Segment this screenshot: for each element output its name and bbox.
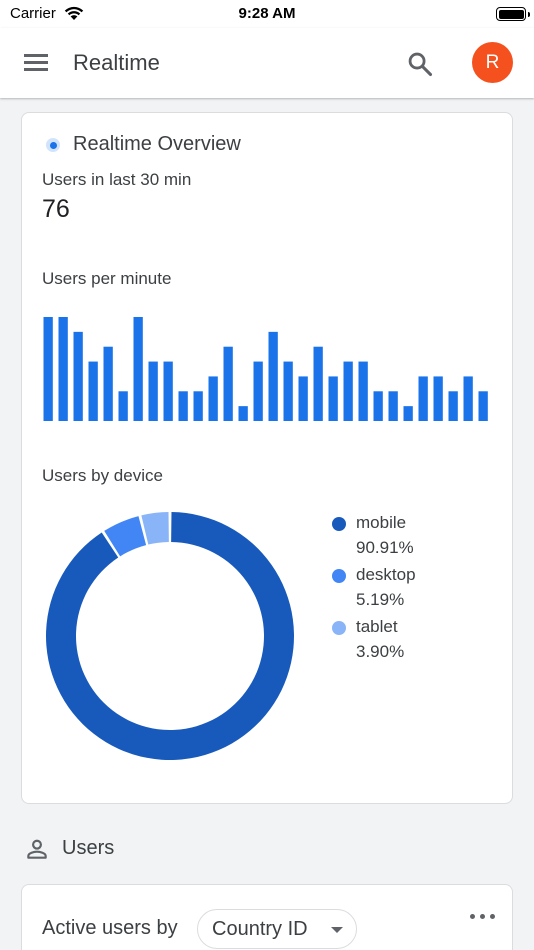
bar — [133, 317, 143, 421]
bar — [223, 346, 233, 421]
status-bar: Carrier 9:28 AM — [0, 0, 534, 28]
dimension-select[interactable]: Country ID — [197, 909, 357, 949]
card-title: Realtime Overview — [73, 133, 241, 155]
bar — [118, 391, 128, 421]
menu-icon[interactable] — [22, 51, 50, 75]
page-title: Realtime — [73, 50, 160, 75]
bar — [358, 361, 368, 421]
legend-percent: 3.90% — [356, 642, 405, 661]
bar — [58, 317, 68, 421]
legend-percent: 90.91% — [356, 538, 414, 557]
bar — [103, 346, 113, 421]
bar — [373, 391, 383, 421]
chevron-down-icon — [331, 927, 343, 933]
bar — [268, 331, 278, 421]
bar — [238, 406, 248, 421]
legend-label: mobile — [356, 513, 407, 532]
bar — [478, 391, 488, 421]
bar — [448, 391, 458, 421]
legend-swatch — [332, 517, 346, 531]
search-icon[interactable] — [406, 50, 434, 78]
realtime-overview-card: Realtime Overview Users in last 30 min 7… — [21, 112, 513, 804]
users-per-minute-chart — [43, 317, 488, 421]
bar — [313, 346, 323, 421]
bar — [163, 361, 173, 421]
person-icon — [27, 839, 47, 859]
bar — [298, 376, 308, 421]
device-donut-chart — [46, 512, 294, 760]
legend-swatch — [332, 621, 346, 635]
avatar[interactable]: R — [472, 42, 513, 83]
bar — [178, 391, 188, 421]
bar — [208, 376, 218, 421]
donut-slice-mobile — [46, 512, 294, 760]
live-indicator-icon — [46, 138, 60, 152]
bar — [73, 331, 83, 421]
active-users-card: Active users by Country ID — [21, 884, 513, 950]
legend-label: desktop — [356, 565, 416, 584]
bar — [343, 361, 353, 421]
legend-percent: 5.19% — [356, 590, 405, 609]
users-30min-value: 76 — [42, 195, 70, 223]
users-per-minute-label: Users per minute — [42, 269, 172, 288]
active-users-label: Active users by — [42, 917, 178, 939]
bar — [88, 361, 98, 421]
bar — [43, 317, 53, 421]
bar — [463, 376, 473, 421]
app-bar: Realtime R — [0, 28, 534, 98]
clock: 9:28 AM — [238, 5, 296, 22]
bar — [418, 376, 428, 421]
bar — [193, 391, 203, 421]
users-30min-label: Users in last 30 min — [42, 170, 192, 189]
bar — [433, 376, 443, 421]
more-options-icon[interactable] — [468, 907, 498, 927]
bar — [253, 361, 263, 421]
legend-label: tablet — [356, 617, 398, 636]
bar — [388, 391, 398, 421]
bar — [328, 376, 338, 421]
users-by-device-label: Users by device — [42, 466, 163, 485]
legend-swatch — [332, 569, 346, 583]
bar — [148, 361, 158, 421]
users-section-label: Users — [62, 837, 115, 859]
donut-slice-tablet — [141, 512, 169, 545]
bar — [403, 406, 413, 421]
dimension-select-value: Country ID — [212, 918, 308, 940]
battery-icon — [496, 7, 530, 21]
bar — [283, 361, 293, 421]
